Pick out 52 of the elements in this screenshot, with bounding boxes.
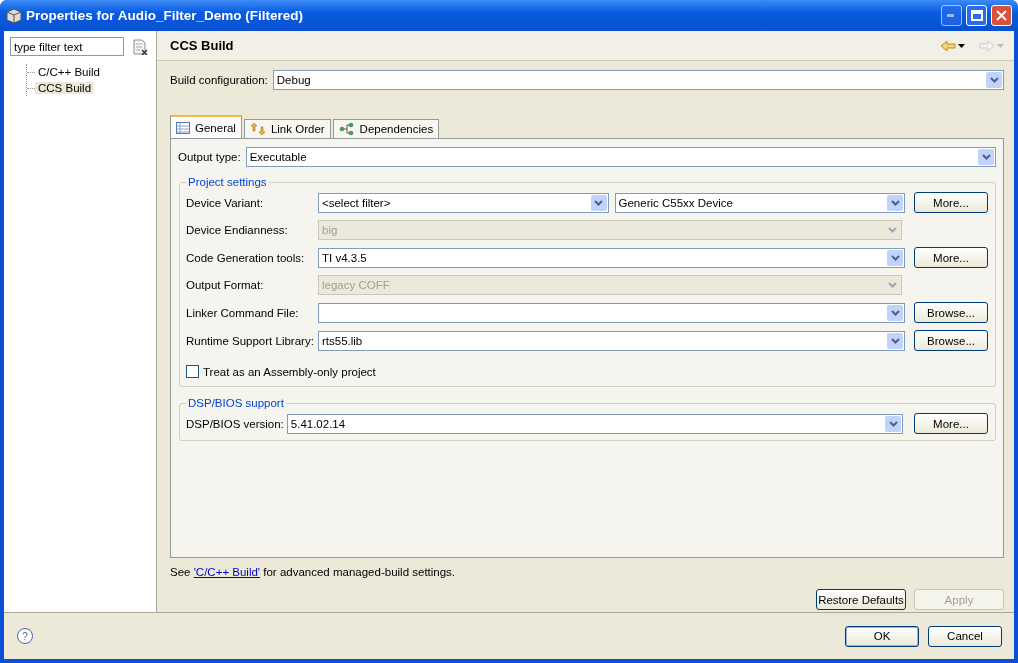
build-settings-link[interactable]: 'C/C++ Build' [193, 566, 261, 578]
help-button[interactable]: ? [17, 628, 33, 644]
field-label: Linker Command File: [186, 306, 300, 319]
tree-item[interactable]: CCS Build [35, 82, 95, 94]
close-button[interactable] [991, 5, 1012, 26]
output-type-label: Output type: [178, 151, 241, 163]
dropdown[interactable]: TI v4.3.5 [318, 247, 905, 268]
build-configuration-label: Build configuration: [170, 74, 268, 86]
dropdown[interactable] [318, 302, 905, 323]
page-button[interactable]: Restore Defaults [816, 589, 906, 610]
window-title: Properties for Audio_Filter_Demo (Filtered) [26, 8, 305, 23]
checkbox-label[interactable]: Treat as an Assembly-only project [203, 365, 376, 378]
row-button[interactable]: More... [914, 192, 988, 213]
row-button[interactable]: More... [914, 247, 988, 268]
field-label: Code Generation tools: [186, 251, 306, 264]
field-label: DSP/BIOS version: [186, 417, 284, 430]
dialog-button[interactable]: OK [845, 625, 919, 647]
tab[interactable]: Link Order [243, 119, 331, 138]
back-menu-caret-icon[interactable] [958, 43, 965, 48]
maximize-button[interactable] [966, 5, 987, 26]
row-button[interactable]: Browse... [914, 330, 988, 351]
dropdown[interactable]: rts55.lib [318, 330, 905, 351]
row-button[interactable]: More... [914, 413, 988, 434]
field-label: Runtime Support Library: [186, 334, 312, 347]
filter-field[interactable]: type filter text [10, 37, 124, 56]
minimize-button[interactable] [941, 5, 962, 26]
row-button[interactable]: Browse... [914, 302, 988, 323]
tab[interactable]: Dependencies [332, 119, 440, 138]
table-icon [176, 121, 190, 134]
dropdown[interactable]: <select filter> [318, 192, 609, 213]
page-title: CCS Build [170, 38, 235, 53]
field-label: Device Variant: [186, 196, 265, 209]
hierarchy-icon [338, 122, 355, 136]
output-type-dropdown[interactable]: Executable [245, 147, 996, 167]
maximize-icon [970, 10, 983, 21]
checkbox[interactable] [186, 365, 199, 378]
dsp-bios-version-dropdown[interactable]: 5.41.02.14 [286, 413, 903, 434]
group-title: Project settings [187, 176, 268, 188]
minimize-icon [947, 14, 956, 17]
close-icon [996, 10, 1007, 21]
field-label: Output Format: [186, 279, 265, 291]
app-icon [6, 7, 22, 24]
swap-arrows-icon [249, 122, 266, 136]
field-label: Device Endianness: [186, 224, 289, 236]
build-configuration-dropdown[interactable]: Debug [272, 70, 1004, 90]
dialog-button[interactable]: Cancel [928, 625, 1002, 647]
tab[interactable]: General [170, 115, 242, 138]
clear-filter-icon[interactable] [132, 38, 148, 55]
group-title: DSP/BIOS support [187, 397, 285, 409]
tree-item[interactable]: C/C++ Build [35, 66, 103, 78]
settings-note: See 'C/C++ Build' for advanced managed-build settings. [170, 566, 457, 578]
dropdown[interactable]: Generic C55xx Device [614, 192, 905, 213]
